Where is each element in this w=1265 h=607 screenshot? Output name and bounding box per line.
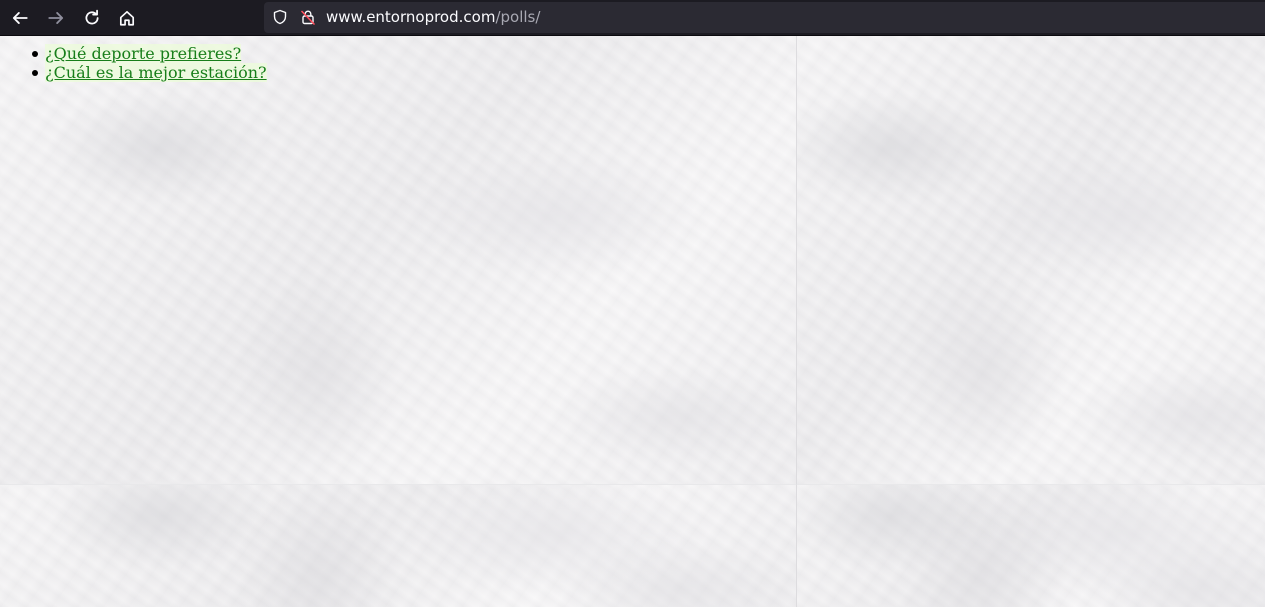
home-button[interactable] [114, 5, 140, 31]
list-item: ¿Qué deporte prefieres? [32, 44, 267, 63]
background-texture-tile [0, 485, 796, 607]
background-texture-tile [0, 36, 796, 484]
background-tile-seam [0, 484, 1265, 485]
background-texture-tile [797, 36, 1265, 484]
url-bar[interactable]: www.entornoprod.com/polls/ [264, 2, 1265, 33]
list-bullet [32, 51, 38, 57]
background-tile-seam [796, 36, 797, 607]
url-path: /polls/ [495, 8, 541, 26]
poll-question-link[interactable]: ¿Qué deporte prefieres? [45, 44, 242, 63]
shield-icon[interactable] [272, 9, 288, 25]
poll-question-link[interactable]: ¿Cuál es la mejor estación? [45, 63, 267, 82]
browser-toolbar: www.entornoprod.com/polls/ [0, 0, 1265, 36]
page-content: ¿Qué deporte prefieres? ¿Cuál es la mejo… [0, 36, 1265, 607]
arrow-right-icon [48, 12, 64, 24]
browser-window: www.entornoprod.com/polls/ ¿Qué deporte … [0, 0, 1265, 607]
reload-icon [85, 9, 99, 25]
lock-warning-icon[interactable] [300, 9, 316, 25]
arrow-left-icon [12, 12, 28, 24]
forward-button[interactable] [43, 5, 69, 31]
list-item: ¿Cuál es la mejor estación? [32, 63, 267, 82]
reload-button[interactable] [79, 5, 105, 31]
list-bullet [32, 70, 38, 76]
url-text[interactable]: www.entornoprod.com/polls/ [326, 8, 540, 26]
background-texture-tile [797, 485, 1265, 607]
back-button[interactable] [7, 5, 33, 31]
poll-question-list: ¿Qué deporte prefieres? ¿Cuál es la mejo… [0, 44, 267, 82]
url-domain: www.entornoprod.com [326, 8, 496, 26]
home-icon [119, 10, 135, 26]
